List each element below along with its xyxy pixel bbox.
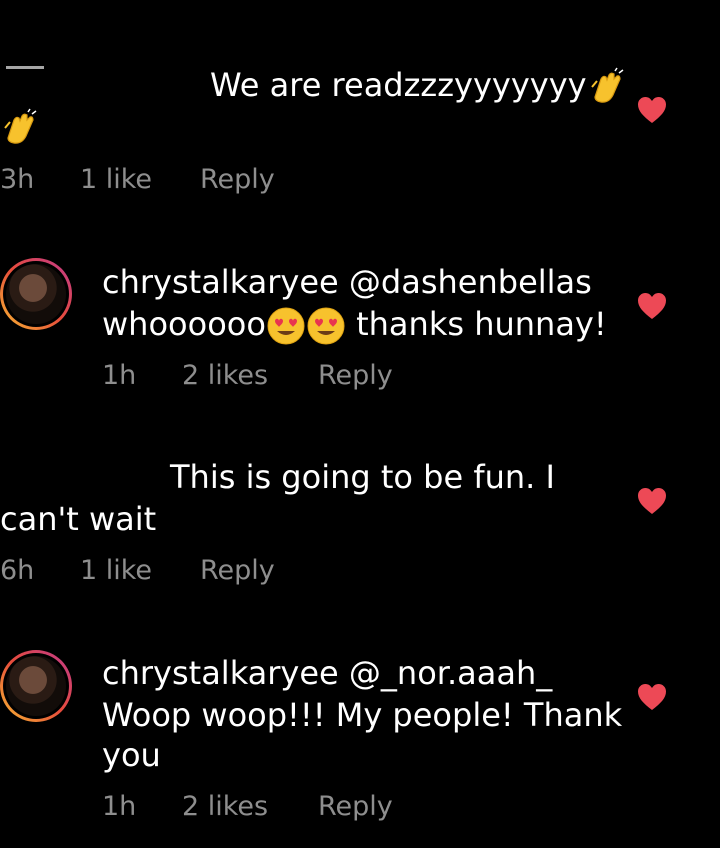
heart-icon[interactable] bbox=[637, 292, 667, 320]
comment-meta: 6h 1 like Reply bbox=[0, 555, 320, 587]
avatar[interactable] bbox=[0, 258, 72, 330]
comment-text-line: can't wait bbox=[0, 500, 157, 538]
username[interactable]: chrystalkaryee bbox=[102, 654, 339, 692]
comment-header: chrystalkaryee @dashenbellas bbox=[102, 263, 592, 301]
comment-time: 6h bbox=[0, 555, 35, 586]
comment-text-line: you bbox=[102, 736, 161, 774]
comment-time: 3h bbox=[0, 164, 35, 195]
reply-button[interactable]: Reply bbox=[200, 164, 275, 196]
comment-meta: 1h 2 likes Reply bbox=[102, 360, 422, 392]
heart-eyes-icon bbox=[266, 306, 306, 346]
username[interactable]: chrystalkaryee bbox=[102, 263, 339, 301]
avatar-photo bbox=[6, 656, 66, 716]
comment-text-line: We are readzzzyyyyyyy bbox=[210, 66, 587, 104]
clapping-hands-icon bbox=[587, 67, 627, 107]
reply-button[interactable]: Reply bbox=[200, 555, 275, 587]
comment-time: 1h bbox=[102, 360, 137, 391]
reply-button[interactable]: Reply bbox=[318, 791, 393, 823]
comment-text: whoooooo thanks hunnay! bbox=[102, 305, 607, 346]
like-count[interactable]: 2 likes bbox=[182, 791, 268, 823]
comment-text-line: This is going to be fun. I bbox=[170, 458, 555, 496]
like-count[interactable]: 1 like bbox=[80, 555, 152, 587]
comment-meta: 1h 2 likes Reply bbox=[102, 791, 422, 823]
heart-icon[interactable] bbox=[637, 487, 667, 515]
avatar[interactable] bbox=[0, 650, 72, 722]
mention[interactable]: @_nor.aaah_ bbox=[349, 654, 552, 692]
heart-icon[interactable] bbox=[637, 96, 667, 124]
like-count[interactable]: 2 likes bbox=[182, 360, 268, 392]
heart-icon[interactable] bbox=[637, 683, 667, 711]
comment-text-suffix: thanks hunnay! bbox=[356, 305, 607, 343]
comment-time: 1h bbox=[102, 791, 137, 822]
comment-text: We are readzzzyyyyyyy bbox=[210, 66, 627, 107]
comment-header: chrystalkaryee @_nor.aaah_ bbox=[102, 654, 552, 692]
like-count[interactable]: 1 like bbox=[80, 164, 152, 196]
comment-meta: 3h 1 like Reply bbox=[0, 164, 320, 196]
comment-text-prefix: whoooooo bbox=[102, 305, 266, 343]
truncated-avatar-edge bbox=[6, 66, 44, 69]
heart-eyes-icon bbox=[306, 306, 346, 346]
reply-button[interactable]: Reply bbox=[318, 360, 393, 392]
mention[interactable]: @dashenbellas bbox=[349, 263, 592, 301]
comment-text-line: Woop woop!!! My people! Thank bbox=[102, 696, 623, 734]
avatar-photo bbox=[6, 264, 66, 324]
clapping-hands-icon bbox=[0, 108, 40, 152]
